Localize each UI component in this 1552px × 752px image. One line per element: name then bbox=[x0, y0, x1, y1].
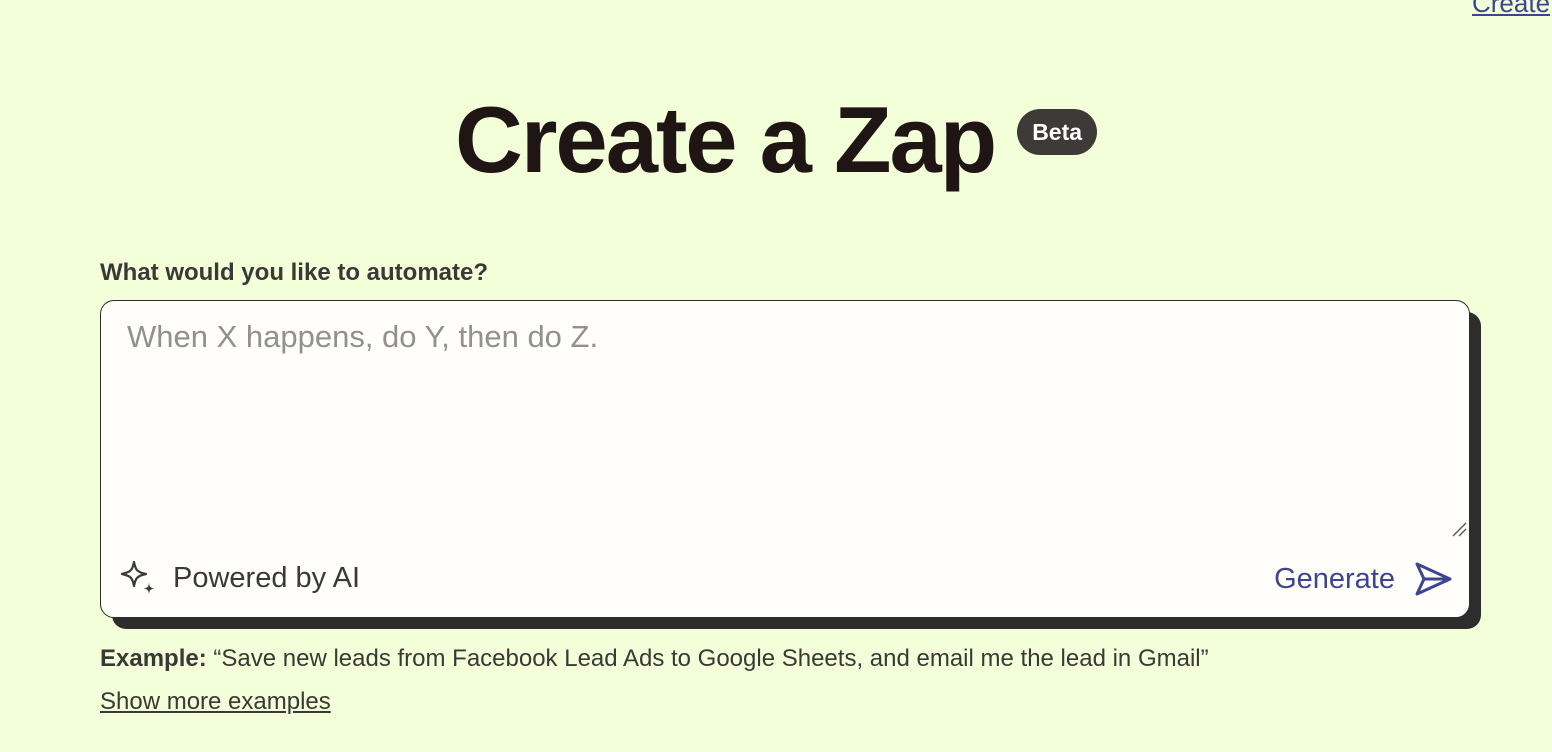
create-link[interactable]: Create bbox=[1472, 0, 1550, 19]
generate-label: Generate bbox=[1274, 562, 1395, 595]
show-more-examples-link[interactable]: Show more examples bbox=[100, 688, 331, 716]
sparkle-icon bbox=[120, 560, 155, 594]
automation-prompt-input[interactable] bbox=[127, 319, 1457, 533]
beta-badge: Beta bbox=[1017, 109, 1098, 155]
example-prefix: Example: bbox=[100, 645, 207, 672]
example-text: Example: “Save new leads from Facebook L… bbox=[100, 645, 1209, 673]
prompt-card: Powered by AI Generate bbox=[100, 300, 1470, 618]
generate-button[interactable]: Generate bbox=[1274, 559, 1453, 599]
resize-handle-icon[interactable] bbox=[1451, 521, 1467, 537]
send-icon bbox=[1415, 562, 1452, 596]
example-quote: “Save new leads from Facebook Lead Ads t… bbox=[213, 645, 1209, 672]
powered-label: Powered by AI bbox=[173, 561, 360, 594]
page-title: Create a Zap bbox=[454, 87, 997, 192]
prompt-label: What would you like to automate? bbox=[100, 259, 489, 286]
title-row: Create a Zap Beta bbox=[0, 88, 1552, 192]
powered-by-ai: Powered by AI bbox=[119, 559, 360, 597]
